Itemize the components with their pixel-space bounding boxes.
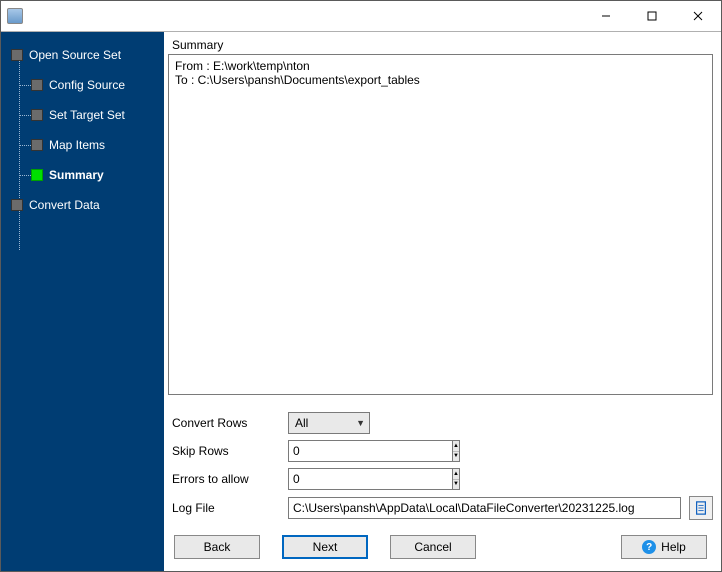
close-button[interactable] xyxy=(675,1,721,31)
sidebar-item-label: Summary xyxy=(49,168,104,182)
content-panel: Summary From : E:\work\temp\nton To : C:… xyxy=(164,32,721,571)
log-file-input[interactable] xyxy=(288,497,681,519)
help-button[interactable]: ? Help xyxy=(621,535,707,559)
errors-allow-spinner[interactable]: ▲ ▼ xyxy=(288,468,370,490)
wizard-sidebar: Open Source Set Config Source Set Target… xyxy=(1,32,164,571)
step-icon xyxy=(11,49,23,61)
section-title: Summary xyxy=(168,36,713,54)
row-errors-allow: Errors to allow ▲ ▼ xyxy=(168,465,713,493)
skip-rows-label: Skip Rows xyxy=(168,444,288,458)
skip-rows-spinner[interactable]: ▲ ▼ xyxy=(288,440,370,462)
convert-rows-value: All xyxy=(295,416,308,430)
chevron-down-icon: ▼ xyxy=(356,418,365,428)
options-form: Convert Rows All ▼ Skip Rows ▲ ▼ xyxy=(168,409,713,523)
next-button[interactable]: Next xyxy=(282,535,368,559)
minimize-button[interactable] xyxy=(583,1,629,31)
errors-allow-input[interactable] xyxy=(288,468,452,490)
maximize-button[interactable] xyxy=(629,1,675,31)
sidebar-item-convert-data[interactable]: Convert Data xyxy=(1,190,164,220)
convert-rows-label: Convert Rows xyxy=(168,416,288,430)
row-log-file: Log File xyxy=(168,493,713,523)
sidebar-item-config-source[interactable]: Config Source xyxy=(1,70,164,100)
sidebar-item-set-target-set[interactable]: Set Target Set xyxy=(1,100,164,130)
body: Open Source Set Config Source Set Target… xyxy=(1,31,721,571)
step-icon xyxy=(31,79,43,91)
titlebar xyxy=(1,1,721,31)
sidebar-item-label: Config Source xyxy=(49,78,125,92)
spinner-down-icon[interactable]: ▼ xyxy=(453,480,459,490)
sidebar-item-label: Set Target Set xyxy=(49,108,125,122)
sidebar-item-open-source-set[interactable]: Open Source Set xyxy=(1,40,164,70)
cancel-button[interactable]: Cancel xyxy=(390,535,476,559)
browse-log-button[interactable] xyxy=(689,496,713,520)
convert-rows-select[interactable]: All ▼ xyxy=(288,412,370,434)
wizard-buttons: Back Next Cancel ? Help xyxy=(168,523,713,563)
help-icon: ? xyxy=(642,540,656,554)
document-icon xyxy=(694,501,708,515)
back-button[interactable]: Back xyxy=(174,535,260,559)
step-icon xyxy=(31,139,43,151)
step-icon xyxy=(31,109,43,121)
sidebar-item-label: Open Source Set xyxy=(29,48,121,62)
row-skip-rows: Skip Rows ▲ ▼ xyxy=(168,437,713,465)
step-icon xyxy=(11,199,23,211)
row-convert-rows: Convert Rows All ▼ xyxy=(168,409,713,437)
step-icon xyxy=(31,169,43,181)
window-controls xyxy=(583,1,721,31)
log-file-label: Log File xyxy=(168,501,288,515)
app-window: Open Source Set Config Source Set Target… xyxy=(0,0,722,572)
spinner-up-icon[interactable]: ▲ xyxy=(453,441,459,452)
sidebar-item-label: Convert Data xyxy=(29,198,100,212)
spinner-down-icon[interactable]: ▼ xyxy=(453,452,459,462)
app-icon xyxy=(7,8,23,24)
skip-rows-input[interactable] xyxy=(288,440,452,462)
sidebar-item-summary[interactable]: Summary xyxy=(1,160,164,190)
sidebar-item-label: Map Items xyxy=(49,138,105,152)
spinner-up-icon[interactable]: ▲ xyxy=(453,469,459,480)
errors-allow-label: Errors to allow xyxy=(168,472,288,486)
summary-text-box[interactable]: From : E:\work\temp\nton To : C:\Users\p… xyxy=(168,54,713,395)
sidebar-item-map-items[interactable]: Map Items xyxy=(1,130,164,160)
